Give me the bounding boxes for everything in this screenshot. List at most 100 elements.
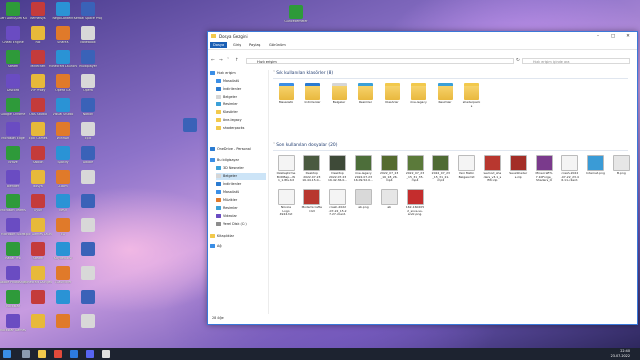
maximize-button[interactable]: □ [607, 33, 619, 40]
forward-icon[interactable]: → [219, 58, 223, 63]
file-item[interactable]: Növice Logo 4924.txt [274, 189, 298, 217]
desktop-icon[interactable]: Epic Games Launcher [24, 218, 52, 237]
desktop-icon[interactable] [74, 314, 102, 329]
close-button[interactable]: ✕ [622, 33, 634, 40]
desktop-icon[interactable]: Spotify [49, 146, 77, 165]
minimize-button[interactable]: – [592, 33, 604, 40]
desktop-icon[interactable]: Brave [0, 146, 27, 165]
file-item[interactable]: Yeni Metin Belgesi.txt [455, 155, 479, 179]
file-item[interactable]: ab.png [351, 189, 375, 210]
desktop-icon[interactable] [74, 170, 102, 185]
file-item[interactable]: SeusShader s.zip [506, 155, 530, 179]
file-item[interactable]: Modsmicrafte r.txt [300, 189, 324, 213]
desktop-icon[interactable]: ShareX [49, 26, 77, 45]
file-item[interactable]: öne-legacy 2022.07.23 16.09.52.0... [351, 155, 375, 183]
nav-quick-access[interactable]: Hızlı erişim [210, 70, 236, 77]
desktop-icon[interactable]: Radar Pro [0, 242, 27, 261]
desktop-icon[interactable]: Kerbal Space Program [74, 2, 102, 21]
desktop-icon[interactable]: Kaydedicisi [49, 242, 77, 261]
tab-giris[interactable]: Giriş [230, 42, 244, 48]
desktop-icon[interactable]: Rol [24, 26, 52, 45]
nav-pc-item[interactable]: 3D Nesneler [216, 165, 266, 172]
tab-dosya[interactable]: Dosya [210, 42, 228, 48]
file-item[interactable]: ab [377, 189, 401, 210]
folder-item[interactable]: shaderpack s [460, 83, 484, 108]
nav-item[interactable]: Masaüstü [216, 78, 266, 85]
folder-item[interactable]: Resimler [354, 83, 378, 105]
file-item[interactable]: 2022_07_23 _15_31_35. mp4 [403, 155, 427, 183]
desktop-icon[interactable]: dosya [24, 170, 52, 189]
desktop-icon[interactable]: Microsoft Edge [0, 122, 27, 141]
file-item[interactable]: Özelleştirme BirDBap—W 1_1.8ts.txt [274, 155, 298, 183]
desktop-icon-top[interactable]: Güncellemeler [282, 5, 310, 24]
file-item[interactable]: 162-160205 2_snvs-vs- andr-png. png [403, 189, 427, 217]
desktop-icon[interactable]: Opera GX [49, 74, 77, 93]
start-icon[interactable] [3, 350, 11, 358]
nav-onedrive[interactable]: OneDrive - Personal [210, 146, 266, 153]
file-item[interactable]: crash-2022 -07-22_15.2 7.27-client. txt [326, 189, 350, 217]
desktop-icon[interactable]: Minecraft [24, 50, 52, 69]
desktop-icon[interactable]: Oyun [24, 194, 52, 213]
file-item[interactable]: 2022_07_23 _16_18_26. mp4 [377, 155, 401, 183]
chevron-down-icon[interactable]: ˅ [227, 58, 229, 63]
desktop-icon[interactable]: Rockstar [0, 290, 27, 309]
desktop-icon[interactable]: TLauncher [49, 266, 77, 285]
desktop-icon[interactable]: Adobe [74, 146, 102, 165]
desktop-icon[interactable] [74, 242, 102, 257]
desktop-icon[interactable]: EA [49, 218, 77, 237]
desktop-icon[interactable] [74, 266, 102, 281]
folder-item[interactable]: Resimler [433, 83, 457, 105]
nav-this-pc[interactable]: Bu bilgisayar [210, 157, 266, 164]
desktop-icon[interactable]: Sablon [24, 146, 52, 165]
search-icon[interactable] [22, 350, 30, 358]
nav-item[interactable]: Belgeler [216, 94, 266, 101]
desktop-icon[interactable]: Google Chrome [0, 98, 27, 117]
folder-item[interactable]: Masaüstü [274, 83, 298, 105]
desktop-icon[interactable] [24, 290, 52, 305]
desktop-icon[interactable] [49, 314, 77, 329]
tab-paylas[interactable]: Paylaş [246, 42, 263, 48]
desktop-icon[interactable]: Rockstar Games [0, 314, 27, 333]
folder-item[interactable]: Klasörler [380, 83, 404, 105]
discord-icon[interactable] [86, 350, 94, 358]
desktop-icon-side[interactable] [176, 118, 204, 132]
desktop-icon[interactable]: Discord [0, 74, 27, 93]
desktop-icon[interactable]: NoteBook [74, 26, 102, 45]
nav-pc-item[interactable]: Videolar [216, 213, 266, 220]
frequent-folders-header[interactable]: ˅Sık kullanılan klasörler (8) [273, 71, 333, 76]
file-item[interactable]: Desktop 2022.07.23 16.42.36.0... [326, 155, 350, 183]
file-item[interactable]: crash-2022 -07-22_23.4 6.11-client. txt [558, 155, 582, 183]
file-item[interactable]: B.png [609, 155, 633, 176]
desktop-icon[interactable]: Adobe Photoshop [0, 266, 27, 285]
nav-item[interactable]: Resimler [216, 101, 266, 108]
desktop-icon[interactable]: Epic Games [24, 122, 52, 141]
desktop-icon[interactable]: Cheat Engine [0, 26, 27, 45]
nav-network[interactable]: Ağ [210, 243, 266, 250]
desktop-icon[interactable]: Minecraft Launcher [49, 50, 77, 69]
nav-item[interactable]: İndirilenler [216, 86, 266, 93]
file-item[interactable]: 2022_07_23 _15_31_21. mp4 [429, 155, 453, 183]
nav-item[interactable]: Klasörler [216, 109, 266, 116]
folder-item[interactable]: öne-legacy [407, 83, 431, 105]
recent-files-header[interactable]: ˅Son kullanılan dosyalar (20) [273, 143, 337, 148]
edge-icon[interactable] [70, 350, 78, 358]
nav-pc-item[interactable]: Belgeler [216, 173, 266, 180]
desktop-icon[interactable]: Zoom [49, 170, 77, 189]
desktop-icon[interactable] [24, 314, 52, 329]
folder-item[interactable]: İndirilenler [301, 83, 325, 105]
file-item[interactable]: wemod_sha ders_v3.1_s filtr.zip [480, 155, 504, 183]
desktop-icon[interactable]: Keşif [49, 194, 77, 213]
nav-item[interactable]: öne-legacy [216, 117, 266, 124]
desktop-icon[interactable]: Blender [0, 170, 27, 189]
desktop-icon[interactable]: Geri Dönüşüm Kutusu [0, 2, 27, 21]
desktop-icon[interactable]: Multiplayer [74, 50, 102, 69]
tab-gorunum[interactable]: Görünüm [266, 42, 289, 48]
title-bar[interactable]: Dosya Gezgini – □ ✕ [208, 32, 637, 41]
search-input[interactable]: Hızlı erişim içinde ara [522, 58, 630, 64]
nav-item[interactable]: shaderpacks [216, 125, 266, 132]
desktop-icon[interactable]: Opera [74, 74, 102, 93]
file-item[interactable]: İnternet.png [584, 155, 608, 176]
file-item[interactable]: Desktop 2022.07.23 16.44.15.0... [300, 155, 324, 183]
desktop-icon[interactable]: Microsoft Store [0, 218, 27, 237]
nav-pc-item[interactable]: Müzikler [216, 197, 266, 204]
